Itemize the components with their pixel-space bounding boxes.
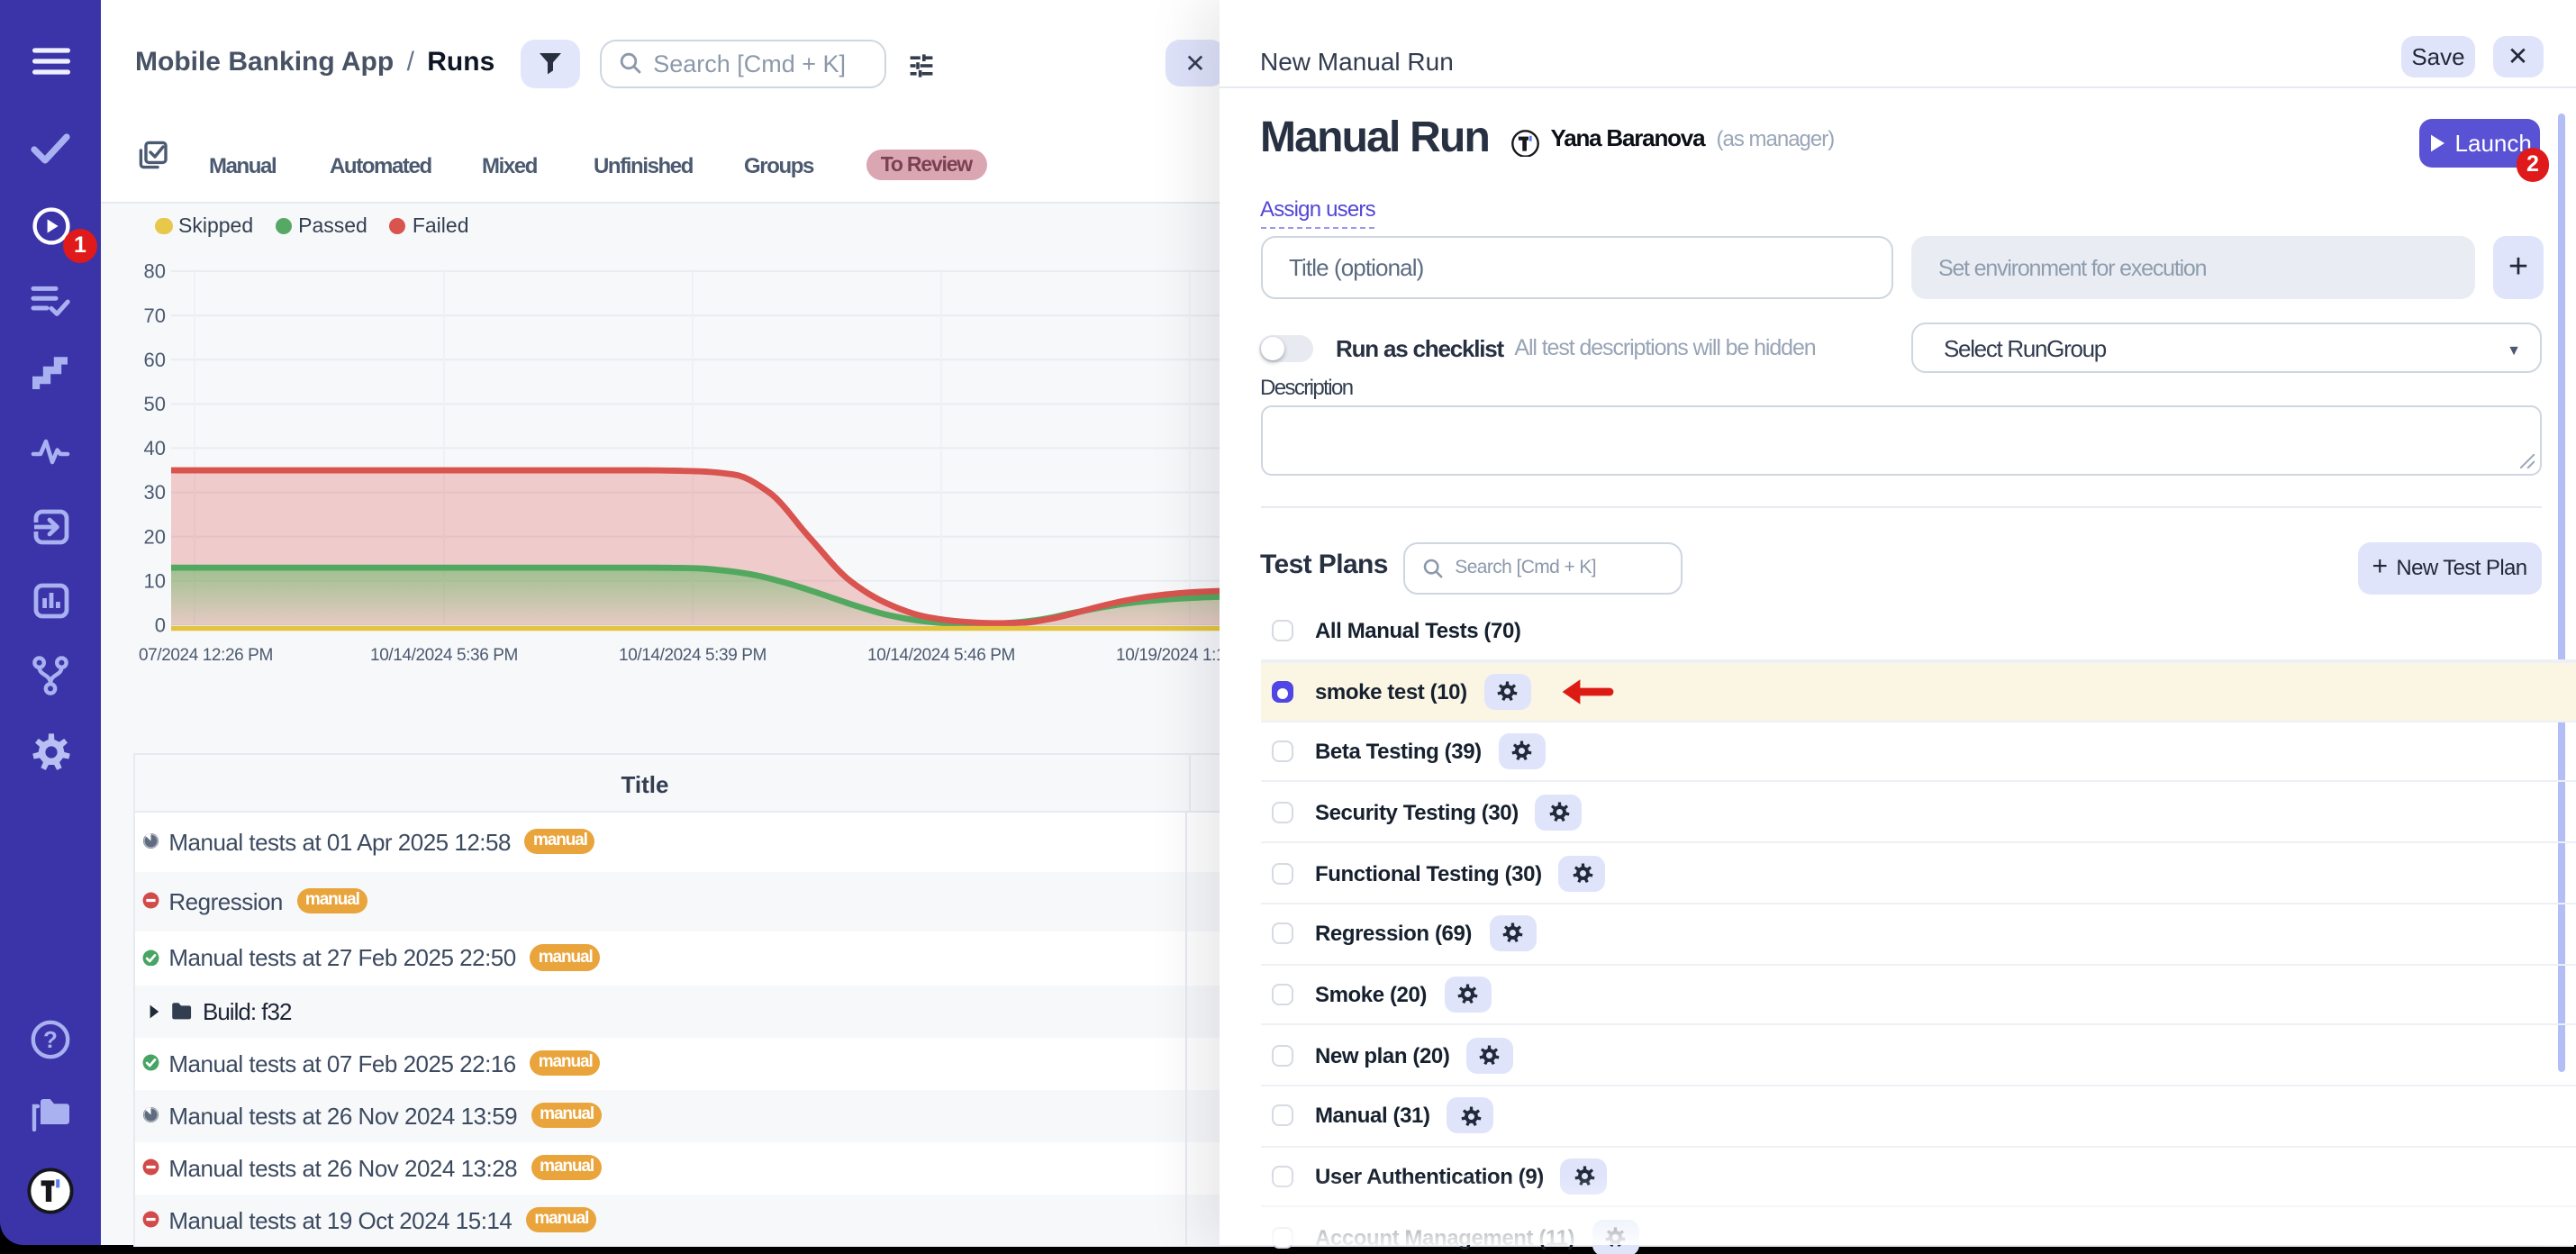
svg-text:?: ? <box>43 1026 58 1053</box>
svg-text:40: 40 <box>144 437 166 459</box>
svg-text:70: 70 <box>144 304 166 327</box>
svg-text:0: 0 <box>155 614 166 637</box>
svg-text:50: 50 <box>144 393 166 415</box>
svg-text:30: 30 <box>144 481 166 504</box>
svg-text:80: 80 <box>144 260 166 283</box>
svg-text:10/14/2024 5:36 PM: 10/14/2024 5:36 PM <box>370 646 518 665</box>
svg-text:07/2024 12:26 PM: 07/2024 12:26 PM <box>139 646 273 665</box>
svg-text:10/14/2024 5:39 PM: 10/14/2024 5:39 PM <box>619 646 766 665</box>
svg-text:20: 20 <box>144 525 166 548</box>
svg-text:10: 10 <box>144 569 166 592</box>
svg-text:60: 60 <box>144 349 166 371</box>
svg-text:10/14/2024 5:46 PM: 10/14/2024 5:46 PM <box>867 646 1015 665</box>
